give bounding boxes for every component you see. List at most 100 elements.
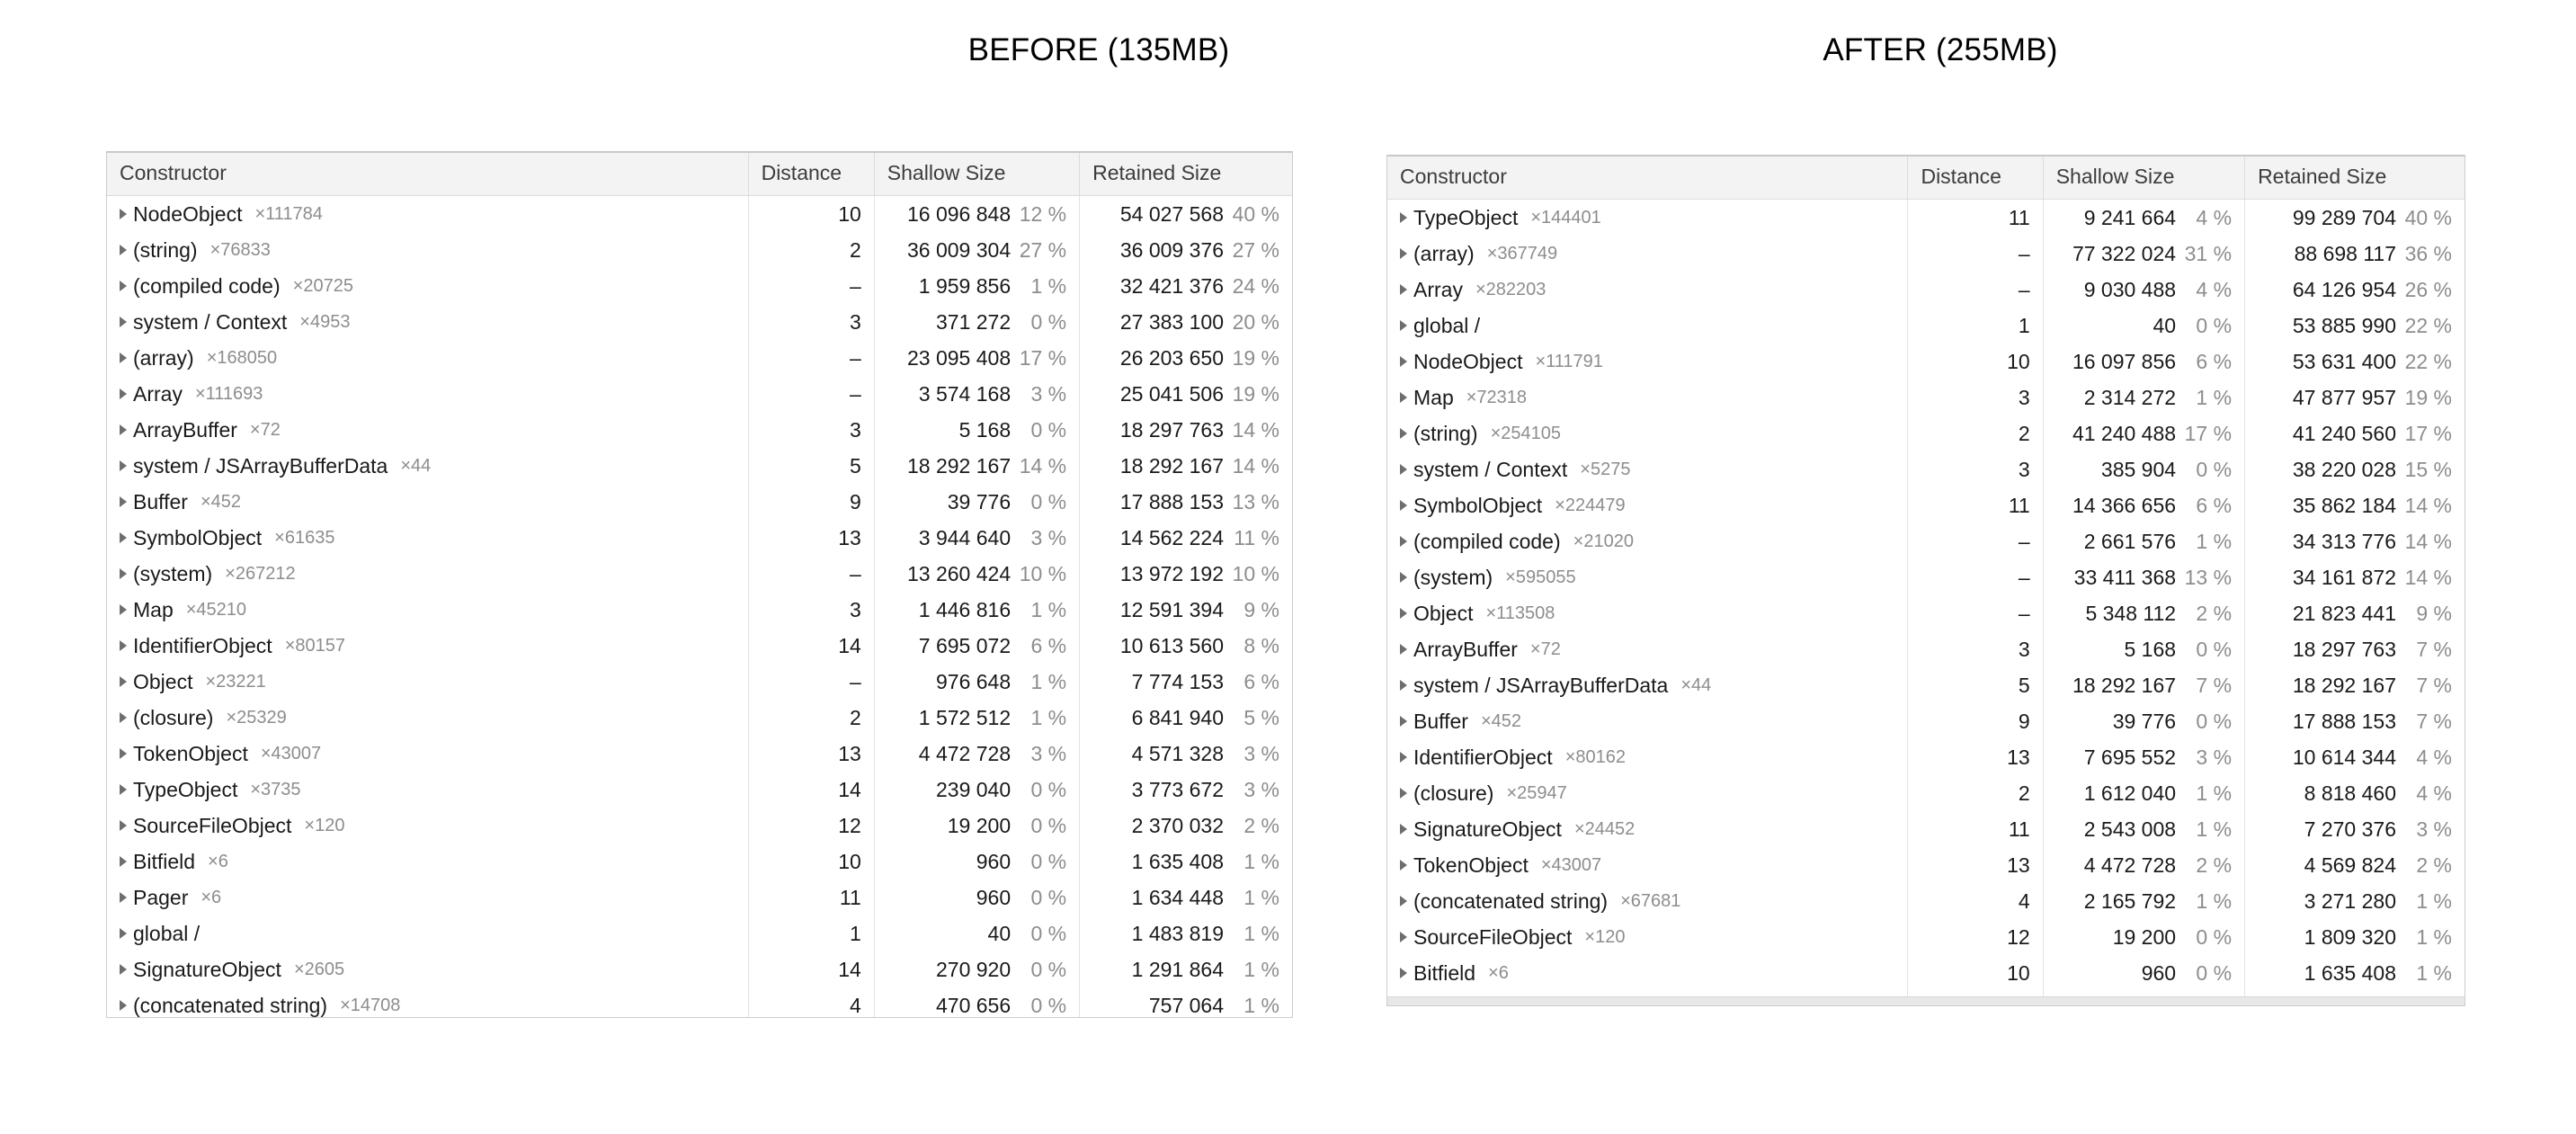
cell-constructor[interactable]: NodeObject ×111791	[1387, 344, 1909, 379]
cell-constructor[interactable]: TypeObject ×3735	[107, 772, 749, 808]
expand-triangle-icon[interactable]	[120, 712, 127, 723]
cell-constructor[interactable]: SignatureObject ×24452	[1387, 811, 1909, 847]
cell-constructor[interactable]: (compiled code) ×20725	[107, 268, 749, 304]
table-row[interactable]: (concatenated string) ×14708 4 470 656 0 % 75…	[107, 987, 1292, 1017]
cell-constructor[interactable]: system / JSArrayBufferData ×44	[1387, 667, 1909, 703]
expand-triangle-icon[interactable]	[1400, 896, 1407, 906]
table-row[interactable]: (compiled code) ×21020 – 2 661 576 1 % 34 313…	[1387, 523, 2465, 559]
cell-constructor[interactable]: (compiled code) ×21020	[1387, 523, 1909, 559]
expand-triangle-icon[interactable]	[120, 496, 127, 507]
table-row[interactable]: global / 1 40 0 % 53 885 990 22 %	[1387, 308, 2465, 344]
expand-triangle-icon[interactable]	[1400, 680, 1407, 691]
table-row[interactable]: Object ×113508 – 5 348 112 2 % 21 823 441 9 %	[1387, 595, 2465, 631]
table-row[interactable]: SourceFileObject ×120 12 19 200 0 % 2 370 032…	[107, 808, 1292, 844]
expand-triangle-icon[interactable]	[1400, 392, 1407, 403]
table-row[interactable]: NodeObject ×111791 10 16 097 856 6 % 53 631 4…	[1387, 344, 2465, 379]
cell-constructor[interactable]: (array) ×367749	[1387, 236, 1909, 272]
cell-constructor[interactable]: SymbolObject ×61635	[107, 520, 749, 556]
cell-constructor[interactable]: (closure) ×25947	[1387, 775, 1909, 811]
expand-triangle-icon[interactable]	[120, 1000, 127, 1011]
table-row[interactable]: SymbolObject ×224479 11 14 366 656 6 % 35 862…	[1387, 487, 2465, 523]
cell-constructor[interactable]: (system) ×595055	[1387, 559, 1909, 595]
cell-constructor[interactable]: system / Context ×5275	[1387, 451, 1909, 487]
expand-triangle-icon[interactable]	[1400, 788, 1407, 799]
expand-triangle-icon[interactable]	[1400, 248, 1407, 259]
cell-constructor[interactable]: SignatureObject ×2605	[107, 951, 749, 987]
table-row[interactable]: IdentifierObject ×80157 14 7 695 072 6 % 10 6…	[107, 628, 1292, 664]
expand-triangle-icon[interactable]	[1400, 932, 1407, 942]
table-row[interactable]: TokenObject ×43007 13 4 472 728 3 % 4 571 328…	[107, 736, 1292, 772]
cell-constructor[interactable]: Object ×23221	[107, 664, 749, 700]
expand-triangle-icon[interactable]	[120, 281, 127, 291]
table-row[interactable]: (closure) ×25947 2 1 612 040 1 % 8 818 460 4 %	[1387, 775, 2465, 811]
cell-constructor[interactable]: (string) ×76833	[107, 232, 749, 268]
expand-triangle-icon[interactable]	[120, 317, 127, 327]
table-row[interactable]: (compiled code) ×20725 – 1 959 856 1 % 32 421…	[107, 268, 1292, 304]
table-row[interactable]: Array ×282203 – 9 030 488 4 % 64 126 954 26 %	[1387, 272, 2465, 308]
cell-constructor[interactable]: Array ×111693	[107, 376, 749, 412]
expand-triangle-icon[interactable]	[1400, 644, 1407, 655]
table-row[interactable]: SignatureObject ×24452 11 2 543 008 1 % 7 270…	[1387, 811, 2465, 847]
column-header-shallow-size[interactable]: Shallow Size	[2043, 156, 2246, 200]
expand-triangle-icon[interactable]	[1400, 608, 1407, 619]
expand-triangle-icon[interactable]	[120, 460, 127, 471]
column-header-distance[interactable]: Distance	[748, 153, 875, 196]
expand-triangle-icon[interactable]	[1400, 320, 1407, 331]
cell-constructor[interactable]: (concatenated string) ×14708	[107, 987, 749, 1017]
expand-triangle-icon[interactable]	[1400, 968, 1407, 978]
expand-triangle-icon[interactable]	[120, 640, 127, 651]
expand-triangle-icon[interactable]	[120, 928, 127, 939]
cell-constructor[interactable]: IdentifierObject ×80162	[1387, 739, 1909, 775]
cell-constructor[interactable]: ArrayBuffer ×72	[1387, 631, 1909, 667]
cell-constructor[interactable]: TypeObject ×144401	[1387, 199, 1909, 236]
expand-triangle-icon[interactable]	[120, 676, 127, 687]
cell-constructor[interactable]: Map ×45210	[107, 592, 749, 628]
table-row[interactable]: Buffer ×452 9 39 776 0 % 17 888 153 7 %	[1387, 703, 2465, 739]
table-row[interactable]: TypeObject ×144401 11 9 241 664 4 % 99 289 70…	[1387, 199, 2465, 236]
table-row[interactable]: TypeObject ×3735 14 239 040 0 % 3 773 672 3 %	[107, 772, 1292, 808]
table-row[interactable]: SourceFileObject ×120 12 19 200 0 % 1 809 320…	[1387, 919, 2465, 955]
expand-triangle-icon[interactable]	[1400, 752, 1407, 763]
table-row[interactable]: Bitfield ×6 10 960 0 % 1 635 408 1 %	[1387, 955, 2465, 991]
expand-triangle-icon[interactable]	[120, 353, 127, 363]
horizontal-scrollbar[interactable]	[1387, 996, 2465, 1005]
table-row[interactable]: (string) ×254105 2 41 240 488 17 % 41 240 560…	[1387, 415, 2465, 451]
expand-triangle-icon[interactable]	[120, 892, 127, 903]
expand-triangle-icon[interactable]	[1400, 500, 1407, 511]
expand-triangle-icon[interactable]	[1400, 536, 1407, 547]
expand-triangle-icon[interactable]	[120, 784, 127, 795]
table-row[interactable]: NodeObject ×111784 10 16 096 848 12 % 54 027 …	[107, 195, 1292, 232]
cell-constructor[interactable]: SourceFileObject ×120	[107, 808, 749, 844]
cell-constructor[interactable]: IdentifierObject ×80157	[107, 628, 749, 664]
table-row[interactable]: Buffer ×452 9 39 776 0 % 17 888 153 13 %	[107, 484, 1292, 520]
table-row[interactable]: system / Context ×4953 3 371 272 0 % 27 383 1…	[107, 304, 1292, 340]
cell-constructor[interactable]: (closure) ×25329	[107, 700, 749, 736]
table-row[interactable]: global / 1 40 0 % 1 483 819 1 %	[107, 915, 1292, 951]
table-row[interactable]: Array ×111693 – 3 574 168 3 % 25 041 506 19 %	[107, 376, 1292, 412]
table-row[interactable]: system / JSArrayBufferData ×44 5 18 292 167…	[107, 448, 1292, 484]
expand-triangle-icon[interactable]	[1400, 572, 1407, 583]
cell-constructor[interactable]: (system) ×267212	[107, 556, 749, 592]
cell-constructor[interactable]: Map ×72318	[1387, 379, 1909, 415]
cell-constructor[interactable]: global /	[107, 915, 749, 951]
cell-constructor[interactable]: global /	[1387, 308, 1909, 344]
expand-triangle-icon[interactable]	[1400, 212, 1407, 223]
table-row[interactable]: Map ×45210 3 1 446 816 1 % 12 591 394 9 %	[107, 592, 1292, 628]
cell-constructor[interactable]: (string) ×254105	[1387, 415, 1909, 451]
table-row[interactable]: (array) ×367749 – 77 322 024 31 % 88 698 117 3…	[1387, 236, 2465, 272]
table-row[interactable]: SignatureObject ×2605 14 270 920 0 % 1 291 86…	[107, 951, 1292, 987]
expand-triangle-icon[interactable]	[1400, 464, 1407, 475]
table-row[interactable]: Bitfield ×6 10 960 0 % 1 635 408 1 %	[107, 844, 1292, 880]
table-row[interactable]: (closure) ×25329 2 1 572 512 1 % 6 841 940 5 %	[107, 700, 1292, 736]
table-row[interactable]: system / JSArrayBufferData ×44 5 18 292 167…	[1387, 667, 2465, 703]
expand-triangle-icon[interactable]	[1400, 284, 1407, 295]
expand-triangle-icon[interactable]	[120, 424, 127, 435]
expand-triangle-icon[interactable]	[120, 820, 127, 831]
column-header-constructor[interactable]: Constructor	[1387, 156, 1909, 200]
table-row[interactable]: Pager ×6 11 960 0 % 1 634 448 1 %	[107, 880, 1292, 915]
cell-constructor[interactable]: SourceFileObject ×120	[1387, 919, 1909, 955]
expand-triangle-icon[interactable]	[1400, 428, 1407, 439]
cell-constructor[interactable]: ArrayBuffer ×72	[107, 412, 749, 448]
column-header-distance[interactable]: Distance	[1907, 156, 2044, 200]
expand-triangle-icon[interactable]	[120, 388, 127, 399]
